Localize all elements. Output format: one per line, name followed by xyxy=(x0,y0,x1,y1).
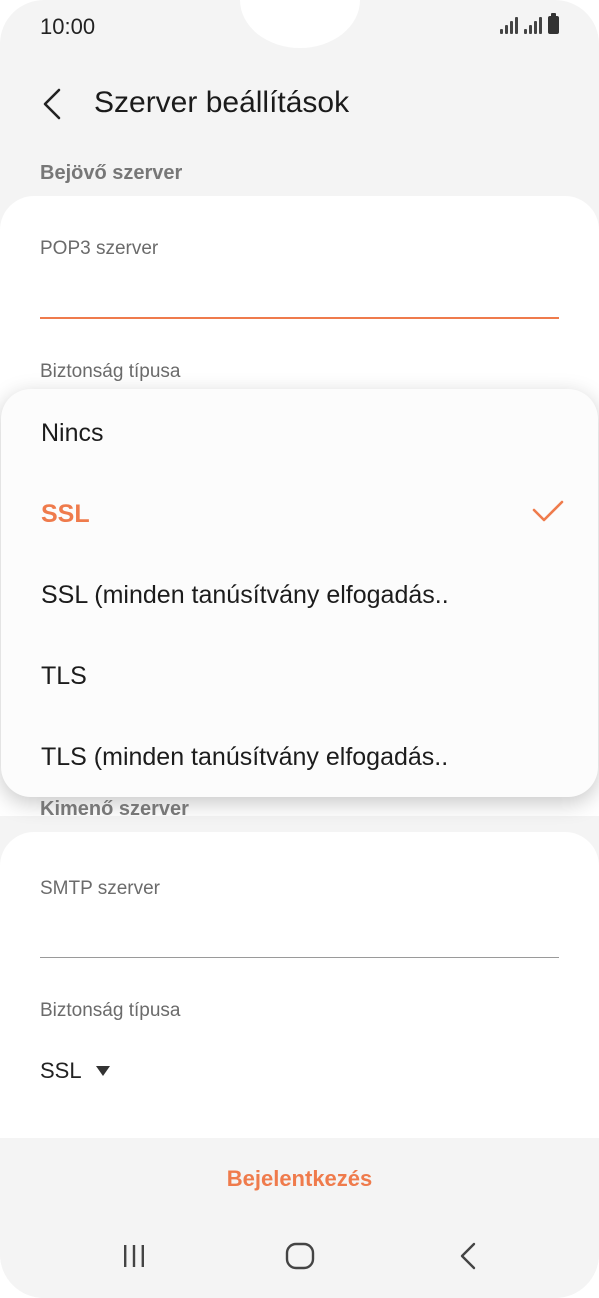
incoming-security-label: Biztonság típusa xyxy=(40,361,181,382)
outgoing-section-label: Kimenő szerver xyxy=(40,798,189,820)
outgoing-security-value: SSL xyxy=(40,1058,82,1083)
navigation-bar xyxy=(0,1220,599,1298)
option-label: Nincs xyxy=(41,418,104,447)
option-ssl-accept-all[interactable]: SSL (minden tanúsítvány elfogadás.. xyxy=(1,555,598,635)
option-ssl[interactable]: SSL xyxy=(1,474,598,554)
page-title: Szerver beállítások xyxy=(94,86,350,119)
pop3-server-label: POP3 szerver xyxy=(40,238,159,259)
signal-icon-2 xyxy=(524,17,542,34)
back-button[interactable] xyxy=(30,82,74,126)
nav-back-icon xyxy=(460,1242,476,1270)
status-icons xyxy=(500,13,559,34)
nav-back-button[interactable] xyxy=(438,1234,498,1278)
incoming-section-label: Bejövő szerver xyxy=(40,162,183,184)
outgoing-security-select[interactable]: SSL xyxy=(40,1058,110,1084)
dropdown-caret-icon xyxy=(95,1066,110,1076)
security-type-dropdown: Nincs SSL SSL (minden tanúsítvány elfoga… xyxy=(1,389,598,797)
option-tls[interactable]: TLS xyxy=(1,636,598,716)
smtp-server-underline xyxy=(40,957,559,958)
option-label: TLS (minden tanúsítvány elfogadás.. xyxy=(41,742,449,771)
signal-icon xyxy=(500,17,518,34)
chevron-left-icon xyxy=(43,88,61,120)
option-label: TLS xyxy=(41,661,87,690)
login-button[interactable]: Bejelentkezés xyxy=(0,1138,599,1220)
option-nincs[interactable]: Nincs xyxy=(1,393,598,473)
smtp-server-input[interactable] xyxy=(40,912,559,952)
login-bar: Bejelentkezés xyxy=(0,1138,599,1220)
option-tls-accept-all[interactable]: TLS (minden tanúsítvány elfogadás.. xyxy=(1,717,598,797)
pop3-server-underline xyxy=(40,317,559,319)
recents-icon xyxy=(124,1245,144,1267)
option-label: SSL xyxy=(41,499,90,528)
status-time: 10:00 xyxy=(40,14,96,39)
battery-icon xyxy=(548,13,559,34)
check-icon xyxy=(532,500,564,522)
camera-notch xyxy=(240,0,360,48)
recents-button[interactable] xyxy=(104,1234,164,1278)
status-bar: 10:00 xyxy=(0,0,599,56)
phone-screen: 10:00 Szerver beállítások Bejövő szerver… xyxy=(0,0,599,1298)
home-icon xyxy=(285,1242,315,1270)
app-header: Szerver beállítások xyxy=(0,76,599,132)
option-label: SSL (minden tanúsítvány elfogadás.. xyxy=(41,580,449,609)
smtp-server-label: SMTP szerver xyxy=(40,878,161,899)
home-button[interactable] xyxy=(270,1234,330,1278)
outgoing-security-label: Biztonság típusa xyxy=(40,1000,181,1021)
outgoing-card: SMTP szerver Biztonság típusa SSL xyxy=(0,832,599,1138)
pop3-server-input[interactable] xyxy=(40,272,559,312)
